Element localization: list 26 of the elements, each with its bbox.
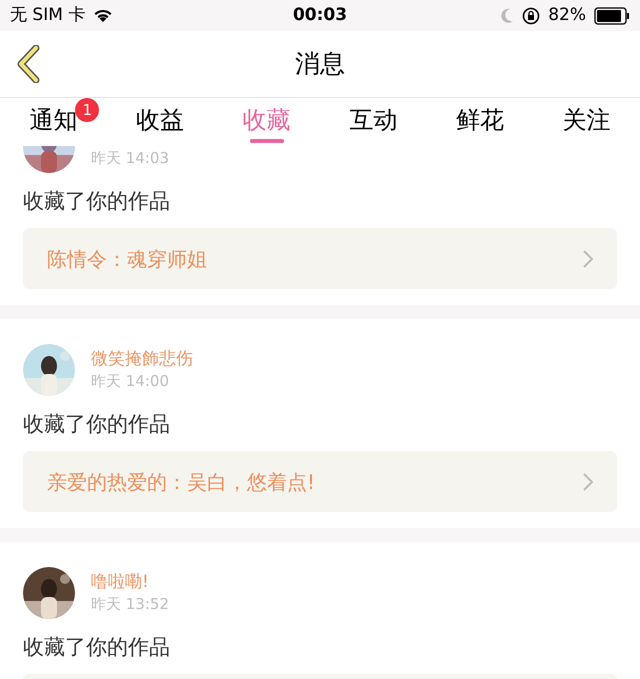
tab[interactable]: 收益 [106,98,214,146]
notification-badge: 1 [75,98,100,122]
chevron-right-icon [583,250,593,268]
timestamp: 昨天 14:00 [91,371,170,392]
battery-icon [594,6,630,24]
battery-text: 82% [548,4,586,27]
action-text: 收藏了你的作品 [23,188,171,215]
timestamp: 昨天 13:52 [91,594,169,615]
rotation-lock-icon [522,6,540,24]
tab-underline [250,138,284,142]
tab[interactable]: 通知 1 [0,98,107,146]
action-text: 收藏了你的作品 [23,634,171,661]
tab[interactable]: 鲜花 [426,98,534,146]
clock-text: 00:03 [292,4,348,27]
action-text: 收藏了你的作品 [23,411,171,438]
chevron-right-icon [583,472,593,490]
moon-icon [500,8,514,24]
back-chevron-icon [16,45,42,83]
page-title: 消息 [294,48,346,80]
work-title: 亲爱的热爱的：吴白，悠着点! [47,468,316,496]
work-title: 陈情令：魂穿师姐 [47,246,207,272]
tab[interactable]: 关注 [533,98,640,146]
wifi-icon [93,8,114,23]
carrier-text: 无 SIM 卡 [10,4,86,27]
timestamp: 昨天 14:03 [91,148,169,169]
tab[interactable]: 互动 [320,98,427,146]
